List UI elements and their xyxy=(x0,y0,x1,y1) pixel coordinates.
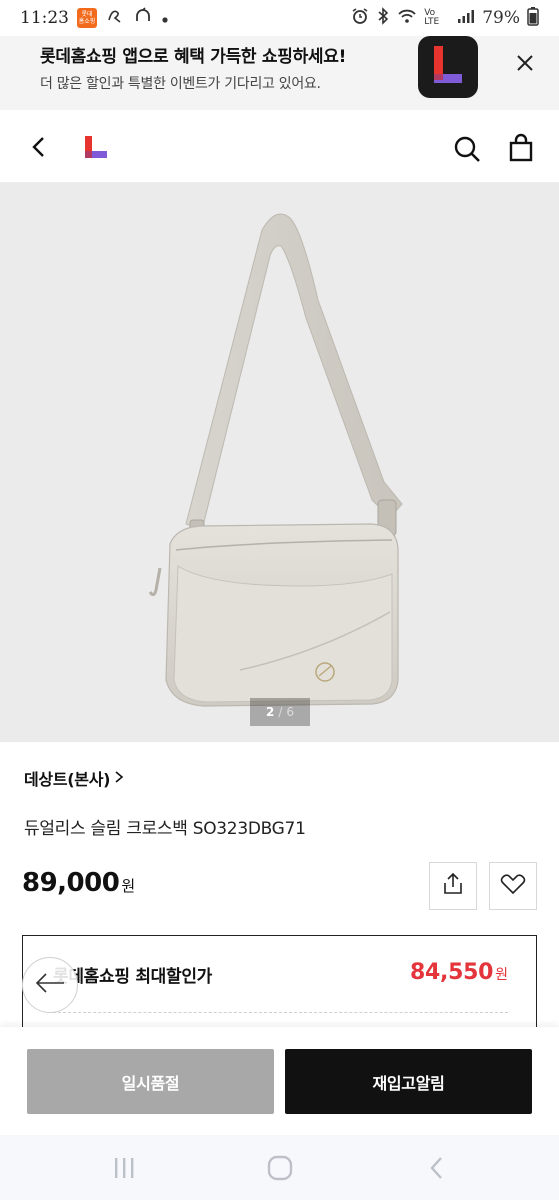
lotte-app-notification-icon: 롯데 홈쇼핑 xyxy=(77,8,97,28)
status-bar: 11:23 롯데 홈쇼핑 Vo LTE 79% xyxy=(0,0,559,36)
dashed-divider xyxy=(53,1012,508,1013)
product-name: 듀얼리스 슬림 크로스백 SO323DBG71 xyxy=(24,819,306,839)
restock-alert-button[interactable]: 재입고알림 xyxy=(285,1049,532,1114)
product-image[interactable] xyxy=(0,182,559,742)
share-icon xyxy=(441,872,465,900)
wishlist-button[interactable] xyxy=(489,862,537,910)
image-total-count: 6 xyxy=(286,705,295,719)
recent-apps-icon[interactable] xyxy=(110,1155,138,1181)
notification-icon xyxy=(105,6,125,30)
volte-label: Vo LTE xyxy=(424,8,440,27)
heart-icon xyxy=(500,872,526,900)
banner-title: 롯데홈쇼핑 앱으로 혜택 가득한 쇼핑하세요! xyxy=(40,47,347,67)
image-current-index: 2 xyxy=(265,705,275,719)
search-icon[interactable] xyxy=(452,134,482,164)
headset-icon xyxy=(133,6,153,30)
nav-back-icon[interactable] xyxy=(424,1155,450,1181)
dot-icon xyxy=(161,9,169,28)
wifi-icon xyxy=(397,8,417,28)
signal-icon xyxy=(457,8,475,28)
image-page-indicator: 2 / 6 xyxy=(250,698,310,726)
banner-subtitle: 더 많은 할인과 특별한 이벤트가 기다리고 있어요. xyxy=(40,76,321,92)
lotte-l-logo-icon[interactable] xyxy=(84,134,110,160)
price-unit: 원 xyxy=(121,877,136,895)
floating-back-button[interactable] xyxy=(22,957,78,1013)
app-install-banner[interactable]: 롯데홈쇼핑 앱으로 혜택 가득한 쇼핑하세요! 더 많은 할인과 특별한 이벤트… xyxy=(0,36,559,110)
home-icon[interactable] xyxy=(266,1154,294,1182)
price-row: 89,000 원 xyxy=(22,868,135,898)
max-discount-unit: 원 xyxy=(495,967,508,983)
bluetooth-icon xyxy=(376,7,390,29)
alarm-icon xyxy=(351,7,369,29)
image-index-separator: / xyxy=(278,705,283,719)
bottom-action-bar: 일시품절 재입고알림 xyxy=(0,1027,559,1135)
back-arrow-icon[interactable] xyxy=(24,132,54,162)
share-button[interactable] xyxy=(429,862,477,910)
shopping-bag-icon[interactable] xyxy=(505,132,537,164)
lotte-app-logo-icon[interactable] xyxy=(418,36,478,98)
brand-name: 데상트(본사) xyxy=(24,770,111,789)
product-price: 89,000 xyxy=(22,868,120,898)
soldout-button[interactable]: 일시품절 xyxy=(27,1049,274,1114)
battery-icon xyxy=(527,6,539,30)
battery-percent: 79% xyxy=(482,8,520,28)
system-nav-bar xyxy=(0,1135,559,1200)
arrow-left-icon xyxy=(34,971,66,999)
chevron-right-icon xyxy=(114,769,124,788)
banner-close-icon[interactable] xyxy=(510,48,540,78)
page-header xyxy=(0,110,559,182)
max-discount-price: 84,550 xyxy=(410,960,494,985)
max-discount-price-wrap: 84,550 원 xyxy=(410,960,508,985)
status-time: 11:23 xyxy=(20,8,69,28)
brand-link[interactable]: 데상트(본사) xyxy=(24,766,124,790)
